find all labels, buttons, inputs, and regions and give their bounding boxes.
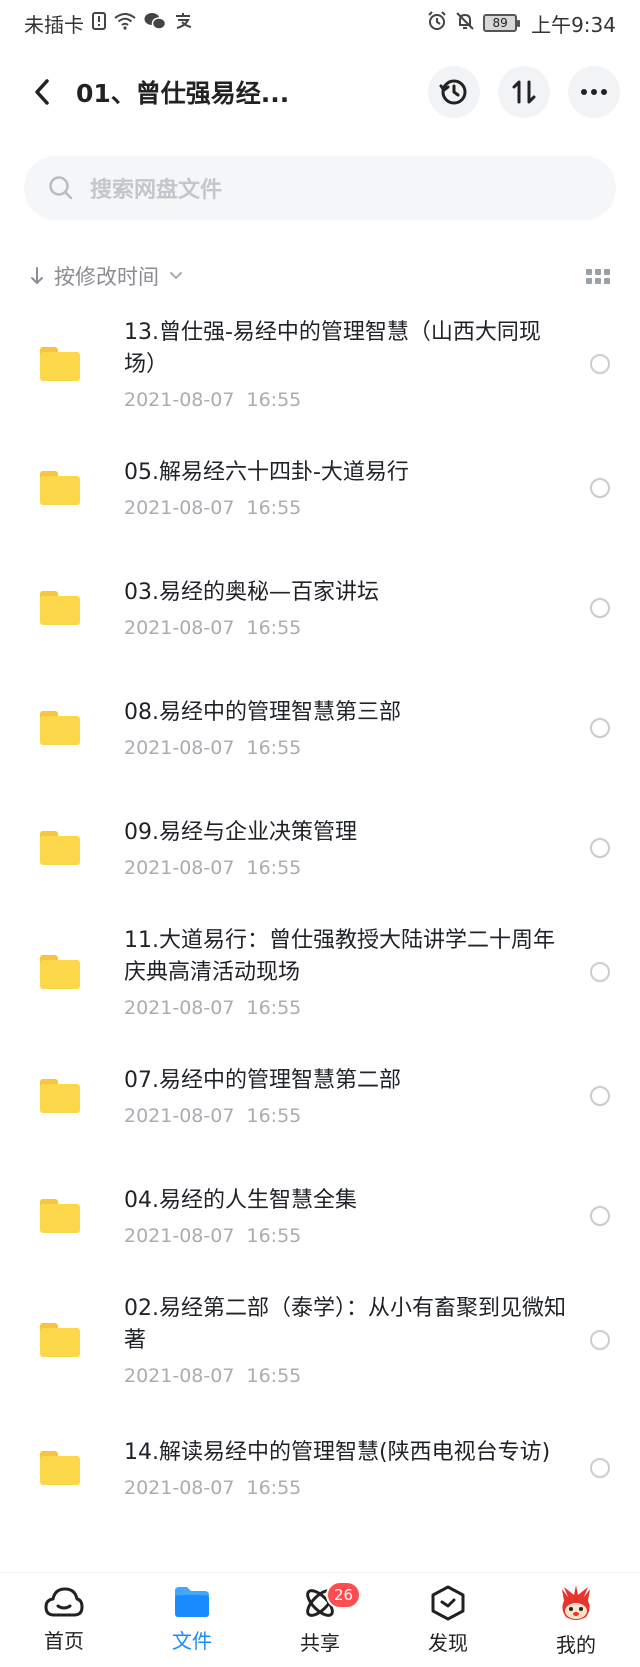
list-item[interactable]: 13.曾仕强-易经中的管理智慧（山西大同现场） 2021-08-07 16:55 <box>0 300 640 428</box>
chevron-left-icon <box>35 79 49 105</box>
cloud-icon <box>44 1587 84 1617</box>
nav-label: 我的 <box>556 1633 596 1657</box>
nav-label: 发现 <box>428 1631 468 1655</box>
list-item[interactable]: 08.易经中的管理智慧第三部 2021-08-07 16:55 <box>0 668 640 788</box>
nav-home[interactable]: 首页 <box>0 1573 128 1667</box>
nav-discover[interactable]: 发现 <box>384 1573 512 1667</box>
folder-icon <box>40 1451 80 1485</box>
transfer-icon <box>512 80 536 104</box>
sort-bar: 按修改时间 <box>30 258 610 294</box>
status-right: 89 上午9:34 <box>427 9 616 38</box>
file-list: 13.曾仕强-易经中的管理智慧（山西大同现场） 2021-08-07 16:55… <box>0 300 640 1572</box>
file-name: 03.易经的奥秘—百家讲坛 <box>124 580 379 605</box>
more-icon <box>581 89 607 95</box>
carrier-text: 未插卡 <box>24 12 84 37</box>
search-bar[interactable]: 搜索网盘文件 <box>24 156 616 220</box>
folder-icon <box>40 831 80 865</box>
nav-label: 首页 <box>44 1629 84 1653</box>
select-radio[interactable] <box>590 838 610 858</box>
file-name: 09.易经与企业决策管理 <box>124 820 357 845</box>
file-name: 07.易经中的管理智慧第二部 <box>124 1068 401 1093</box>
folder-icon <box>40 1323 80 1357</box>
discover-icon <box>431 1585 465 1621</box>
file-date: 2021-08-07 16:55 <box>124 1365 302 1387</box>
battery-icon: 89 <box>483 14 521 32</box>
file-name: 08.易经中的管理智慧第三部 <box>124 700 401 725</box>
nav-share[interactable]: 26 共享 <box>256 1573 384 1667</box>
history-icon <box>439 79 467 105</box>
sort-arrow-icon <box>31 267 43 285</box>
status-bar: 未插卡 89 上午9:34 <box>0 0 640 46</box>
chevron-down-icon <box>170 272 182 280</box>
alipay-icon <box>174 12 192 35</box>
nav-files[interactable]: 文件 <box>128 1573 256 1667</box>
nav-label: 文件 <box>172 1629 212 1653</box>
file-date: 2021-08-07 16:55 <box>124 389 302 411</box>
select-radio[interactable] <box>590 718 610 738</box>
file-date: 2021-08-07 16:55 <box>124 1105 302 1127</box>
file-name: 13.曾仕强-易经中的管理智慧（山西大同现场） <box>124 320 541 377</box>
folder-icon <box>40 347 80 381</box>
select-radio[interactable] <box>590 478 610 498</box>
sort-label: 按修改时间 <box>54 265 159 289</box>
file-date: 2021-08-07 16:55 <box>124 617 302 639</box>
folder-icon <box>40 955 80 989</box>
folder-icon <box>40 591 80 625</box>
wechat-icon <box>144 12 167 35</box>
clock-text: 上午9:34 <box>531 12 616 37</box>
list-item[interactable]: 14.解读易经中的管理智慧(陕西电视台专访) 2021-08-07 16:55 <box>0 1404 640 1532</box>
alarm-icon <box>427 10 447 36</box>
avatar-icon <box>562 1585 590 1620</box>
select-radio[interactable] <box>590 598 610 618</box>
search-icon <box>49 176 73 200</box>
select-radio[interactable] <box>590 1206 610 1226</box>
more-button[interactable] <box>568 66 620 118</box>
folder-icon <box>40 1199 80 1233</box>
notification-badge: 26 <box>326 1581 362 1609</box>
list-item[interactable]: 05.解易经六十四卦-大道易行 2021-08-07 16:55 <box>0 428 640 548</box>
search-placeholder: 搜索网盘文件 <box>90 178 223 203</box>
folder-icon <box>40 711 80 745</box>
grid-view-icon[interactable] <box>586 268 610 284</box>
file-name: 14.解读易经中的管理智慧(陕西电视台专访) <box>124 1440 551 1465</box>
sort-selector[interactable]: 按修改时间 <box>30 261 183 291</box>
file-date: 2021-08-07 16:55 <box>124 997 302 1019</box>
file-name: 02.易经第二部（泰学）：从小有畜聚到见微知著 <box>124 1296 566 1353</box>
file-date: 2021-08-07 16:55 <box>124 497 302 519</box>
file-name: 11.大道易行：曾仕强教授大陆讲学二十周年庆典高清活动现场 <box>124 928 555 985</box>
file-date: 2021-08-07 16:55 <box>124 737 302 759</box>
file-name: 04.易经的人生智慧全集 <box>124 1188 357 1213</box>
select-radio[interactable] <box>590 1086 610 1106</box>
select-radio[interactable] <box>590 1330 610 1350</box>
wifi-icon <box>114 12 136 35</box>
bottom-nav: 首页 文件 26 共享 发现 我的 <box>0 1572 640 1667</box>
sim-alert-icon <box>92 11 106 35</box>
mute-icon <box>455 11 475 36</box>
back-button[interactable] <box>20 70 64 114</box>
history-button[interactable] <box>428 66 480 118</box>
file-date: 2021-08-07 16:55 <box>124 857 302 879</box>
list-item[interactable]: 04.易经的人生智慧全集 2021-08-07 16:55 <box>0 1156 640 1276</box>
select-radio[interactable] <box>590 354 610 374</box>
select-radio[interactable] <box>590 1458 610 1478</box>
list-item[interactable]: 03.易经的奥秘—百家讲坛 2021-08-07 16:55 <box>0 548 640 668</box>
file-name: 05.解易经六十四卦-大道易行 <box>124 460 409 485</box>
file-date: 2021-08-07 16:55 <box>124 1225 302 1247</box>
nav-me[interactable]: 我的 <box>512 1573 640 1667</box>
select-radio[interactable] <box>590 962 610 982</box>
list-item[interactable]: 11.大道易行：曾仕强教授大陆讲学二十周年庆典高清活动现场 2021-08-07… <box>0 908 640 1036</box>
folder-icon <box>175 1587 209 1617</box>
status-left: 未插卡 <box>24 9 192 38</box>
page-title: 01、曾仕强易经... <box>76 79 290 108</box>
folder-icon <box>40 471 80 505</box>
list-item[interactable]: 07.易经中的管理智慧第二部 2021-08-07 16:55 <box>0 1036 640 1156</box>
transfer-button[interactable] <box>498 66 550 118</box>
list-item[interactable]: 09.易经与企业决策管理 2021-08-07 16:55 <box>0 788 640 908</box>
list-item[interactable]: 02.易经第二部（泰学）：从小有畜聚到见微知著 2021-08-07 16:55 <box>0 1276 640 1404</box>
folder-icon <box>40 1079 80 1113</box>
file-date: 2021-08-07 16:55 <box>124 1477 302 1499</box>
nav-label: 共享 <box>300 1631 340 1655</box>
header: 01、曾仕强易经... <box>0 60 640 124</box>
